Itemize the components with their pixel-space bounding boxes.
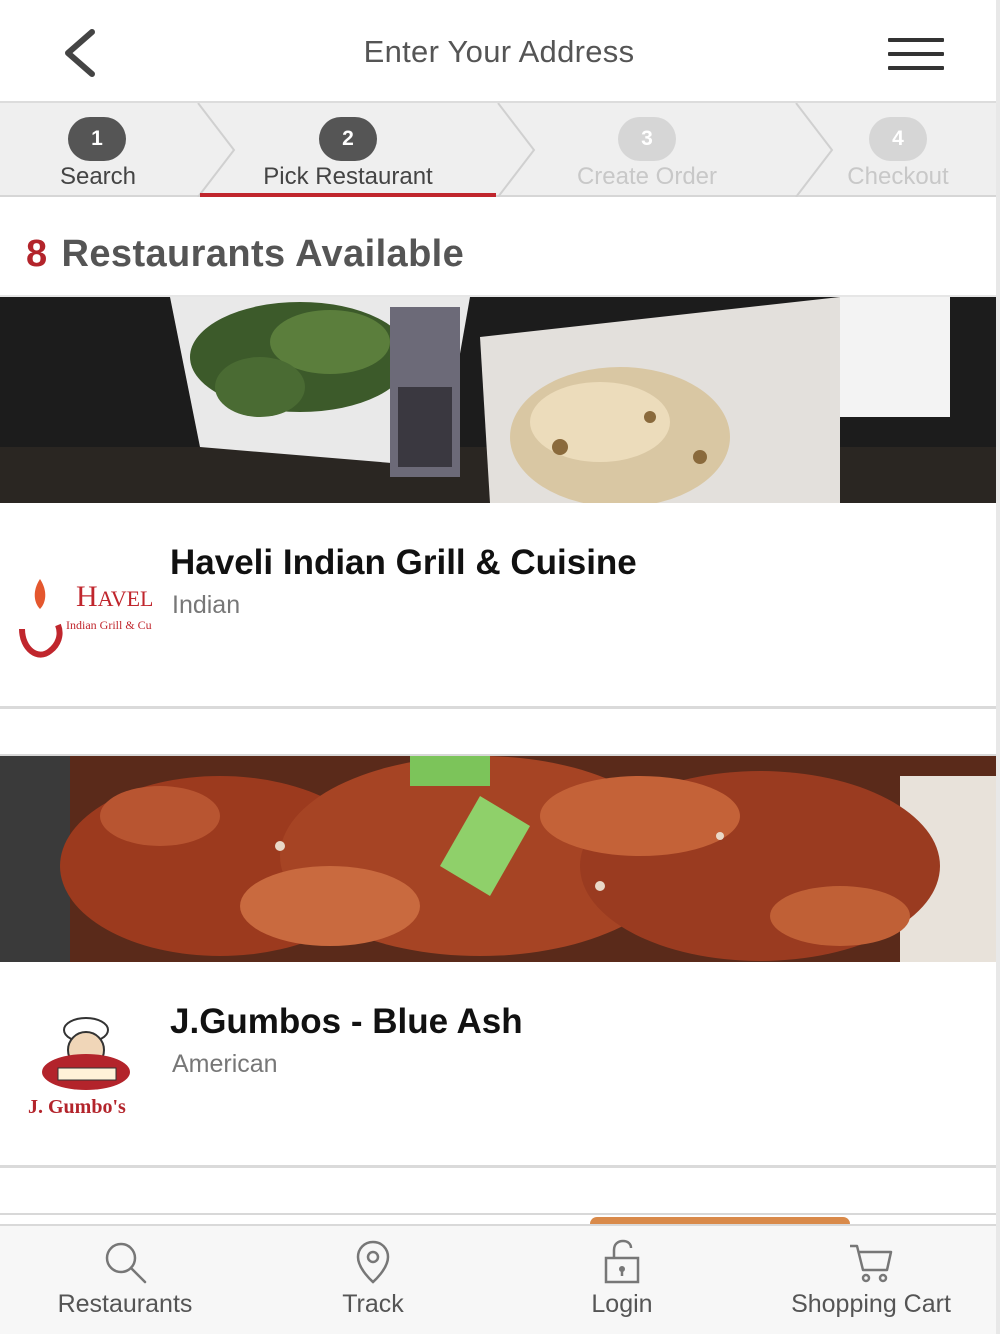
card-separator: [0, 712, 998, 756]
step-checkout: 4 Checkout: [820, 103, 976, 197]
step-number: 1: [68, 117, 126, 161]
svg-text:HAVELI: HAVELI: [76, 580, 152, 613]
nav-restaurants[interactable]: Restaurants: [0, 1226, 250, 1334]
next-restaurant-photo-peek: [0, 1217, 996, 1224]
restaurant-logo: HAVELI Indian Grill & Cuisine: [18, 551, 174, 661]
nav-label: Restaurants: [57, 1290, 193, 1318]
nav-label: Shopping Cart: [791, 1290, 951, 1318]
restaurant-photo: [0, 756, 996, 962]
step-create-order: 3 Create Order: [530, 103, 764, 197]
bottom-nav: Restaurants Track Login Shopping Cart: [0, 1224, 998, 1334]
nav-label: Login: [591, 1290, 653, 1318]
step-label: Pick Restaurant: [263, 163, 433, 190]
step-number: 2: [319, 117, 377, 161]
order-stepper: 1 Search 2 Pick Restaurant 3 Create Orde…: [0, 103, 998, 197]
step-label: Search: [59, 163, 137, 190]
step-search[interactable]: 1 Search: [0, 103, 196, 197]
card-separator: [0, 1171, 998, 1215]
restaurant-cuisine: American: [172, 1050, 278, 1078]
restaurant-name[interactable]: Haveli Indian Grill & Cuisine: [170, 543, 637, 583]
step-label: Checkout: [847, 163, 949, 190]
results-heading: 8 Restaurants Available: [26, 233, 464, 276]
restaurant-cuisine: Indian: [172, 591, 241, 619]
step-label: Create Order: [576, 163, 718, 190]
hamburger-menu-icon: [888, 38, 944, 42]
step-number: 4: [869, 117, 927, 161]
page-title: Enter Your Address: [363, 34, 635, 69]
results-count: 8: [26, 233, 48, 275]
results-label: Restaurants Available: [61, 233, 465, 275]
cart-icon: [850, 1244, 893, 1283]
restaurant-name[interactable]: J.Gumbos - Blue Ash: [170, 1002, 523, 1042]
restaurant-card[interactable]: HAVELI Indian Grill & Cuisine Haveli Ind…: [0, 297, 998, 709]
nav-login[interactable]: Login: [497, 1226, 747, 1334]
svg-text:J. Gumbo's: J. Gumbo's: [28, 1096, 126, 1118]
results-header: 8 Restaurants Available: [0, 199, 998, 297]
search-icon: [105, 1242, 147, 1284]
scroll-edge: [996, 0, 1000, 1334]
step-pick-restaurant[interactable]: 2 Pick Restaurant: [200, 103, 496, 197]
nav-shopping-cart[interactable]: Shopping Cart: [746, 1226, 996, 1334]
menu-button[interactable]: [886, 36, 946, 72]
nav-label: Track: [342, 1290, 404, 1318]
step-number: 3: [618, 117, 676, 161]
restaurant-info: J. Gumbo's J.Gumbos - Blue Ash American: [0, 962, 998, 1168]
restaurant-photo: [0, 297, 996, 503]
restaurant-info: HAVELI Indian Grill & Cuisine Haveli Ind…: [0, 503, 998, 709]
nav-track[interactable]: Track: [248, 1226, 498, 1334]
unlock-icon: [604, 1239, 640, 1284]
app-header: Enter Your Address: [0, 0, 998, 103]
svg-text:Indian Grill & Cuisine: Indian Grill & Cuisine: [66, 618, 152, 632]
restaurant-logo: J. Gumbo's: [18, 1010, 152, 1120]
restaurant-card[interactable]: J. Gumbo's J.Gumbos - Blue Ash American: [0, 756, 998, 1168]
location-pin-icon: [356, 1240, 390, 1284]
